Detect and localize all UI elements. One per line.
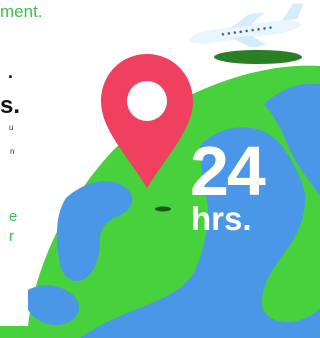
- plane-shadow: [214, 50, 302, 64]
- airplane-icon: [189, 3, 304, 48]
- delivery-illustration-screen: ment. . s. u n e r 24 hrs.: [0, 0, 320, 338]
- pin-shadow: [155, 206, 171, 212]
- globe-illustration: [0, 3, 320, 338]
- delivery-time-value: 24: [190, 132, 266, 210]
- delivery-time-unit: hrs.: [191, 200, 252, 237]
